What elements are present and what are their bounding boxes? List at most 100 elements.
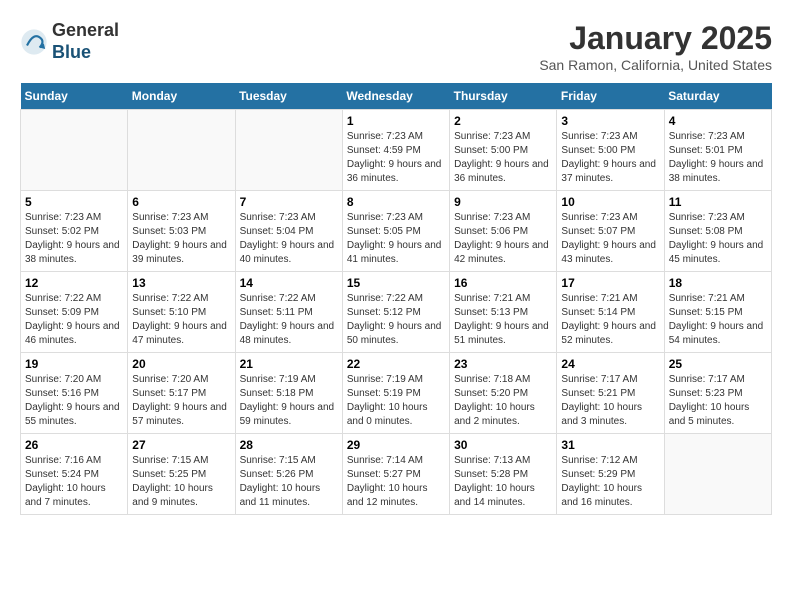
day-info: Sunrise: 7:22 AM Sunset: 5:09 PM Dayligh… xyxy=(25,292,123,348)
day-info: Sunrise: 7:19 AM Sunset: 5:18 PM Dayligh… xyxy=(240,373,338,429)
day-number: 15 xyxy=(347,276,445,290)
location: San Ramon, California, United States xyxy=(539,57,772,73)
calendar-cell: 7 Sunrise: 7:23 AM Sunset: 5:04 PM Daylig… xyxy=(235,191,342,272)
day-number: 25 xyxy=(669,357,767,371)
day-number: 23 xyxy=(454,357,552,371)
day-number: 19 xyxy=(25,357,123,371)
day-number: 29 xyxy=(347,438,445,452)
day-info: Sunrise: 7:20 AM Sunset: 5:16 PM Dayligh… xyxy=(25,373,123,429)
calendar-cell: 12 Sunrise: 7:22 AM Sunset: 5:09 PM Dayli… xyxy=(21,272,128,353)
day-number: 16 xyxy=(454,276,552,290)
calendar-cell: 19 Sunrise: 7:20 AM Sunset: 5:16 PM Dayli… xyxy=(21,353,128,434)
day-info: Sunrise: 7:18 AM Sunset: 5:20 PM Dayligh… xyxy=(454,373,552,429)
day-info: Sunrise: 7:19 AM Sunset: 5:19 PM Dayligh… xyxy=(347,373,445,429)
calendar-cell: 14Sunrise: 7:22 AM Sunset: 5:11 PM Dayli… xyxy=(235,272,342,353)
day-number: 22 xyxy=(347,357,445,371)
day-number: 2 xyxy=(454,114,552,128)
month-title: January 2025 xyxy=(539,20,772,57)
calendar-cell: 22 Sunrise: 7:19 AM Sunset: 5:19 PM Dayli… xyxy=(342,353,449,434)
logo-blue: Blue xyxy=(52,42,91,62)
calendar-week-2: 12 Sunrise: 7:22 AM Sunset: 5:09 PM Dayli… xyxy=(21,272,772,353)
calendar-table: SundayMondayTuesdayWednesdayThursdayFrid… xyxy=(20,83,772,515)
day-header-sunday: Sunday xyxy=(21,83,128,110)
day-number: 24 xyxy=(561,357,659,371)
calendar-cell: 16Sunrise: 7:21 AM Sunset: 5:13 PM Dayli… xyxy=(450,272,557,353)
day-header-saturday: Saturday xyxy=(664,83,771,110)
day-info: Sunrise: 7:14 AM Sunset: 5:27 PM Dayligh… xyxy=(347,454,445,510)
day-number: 1 xyxy=(347,114,445,128)
calendar-cell: 30 Sunrise: 7:13 AM Sunset: 5:28 PM Dayli… xyxy=(450,434,557,515)
header-row: SundayMondayTuesdayWednesdayThursdayFrid… xyxy=(21,83,772,110)
calendar-cell: 11 Sunrise: 7:23 AM Sunset: 5:08 PM Dayli… xyxy=(664,191,771,272)
calendar-body: 1Sunrise: 7:23 AM Sunset: 4:59 PM Daylig… xyxy=(21,110,772,515)
day-header-friday: Friday xyxy=(557,83,664,110)
day-number: 7 xyxy=(240,195,338,209)
calendar-cell: 20 Sunrise: 7:20 AM Sunset: 5:17 PM Dayli… xyxy=(128,353,235,434)
day-header-thursday: Thursday xyxy=(450,83,557,110)
calendar-cell: 3Sunrise: 7:23 AM Sunset: 5:00 PM Daylig… xyxy=(557,110,664,191)
day-info: Sunrise: 7:15 AM Sunset: 5:26 PM Dayligh… xyxy=(240,454,338,510)
day-header-monday: Monday xyxy=(128,83,235,110)
day-number: 3 xyxy=(561,114,659,128)
day-number: 5 xyxy=(25,195,123,209)
day-number: 9 xyxy=(454,195,552,209)
logo-text: General Blue xyxy=(52,20,119,63)
calendar-cell: 8Sunrise: 7:23 AM Sunset: 5:05 PM Daylig… xyxy=(342,191,449,272)
day-info: Sunrise: 7:23 AM Sunset: 5:06 PM Dayligh… xyxy=(454,211,552,267)
day-number: 8 xyxy=(347,195,445,209)
logo-general: General xyxy=(52,20,119,40)
day-number: 30 xyxy=(454,438,552,452)
day-info: Sunrise: 7:15 AM Sunset: 5:25 PM Dayligh… xyxy=(132,454,230,510)
day-info: Sunrise: 7:21 AM Sunset: 5:14 PM Dayligh… xyxy=(561,292,659,348)
day-info: Sunrise: 7:17 AM Sunset: 5:21 PM Dayligh… xyxy=(561,373,659,429)
day-number: 10 xyxy=(561,195,659,209)
day-number: 20 xyxy=(132,357,230,371)
day-info: Sunrise: 7:20 AM Sunset: 5:17 PM Dayligh… xyxy=(132,373,230,429)
calendar-cell: 24 Sunrise: 7:17 AM Sunset: 5:21 PM Dayli… xyxy=(557,353,664,434)
calendar-cell: 13Sunrise: 7:22 AM Sunset: 5:10 PM Dayli… xyxy=(128,272,235,353)
calendar-cell: 28 Sunrise: 7:15 AM Sunset: 5:26 PM Dayli… xyxy=(235,434,342,515)
calendar-cell: 5Sunrise: 7:23 AM Sunset: 5:02 PM Daylig… xyxy=(21,191,128,272)
calendar-cell: 4Sunrise: 7:23 AM Sunset: 5:01 PM Daylig… xyxy=(664,110,771,191)
calendar-header: SundayMondayTuesdayWednesdayThursdayFrid… xyxy=(21,83,772,110)
calendar-cell: 21 Sunrise: 7:19 AM Sunset: 5:18 PM Dayli… xyxy=(235,353,342,434)
calendar-cell: 31Sunrise: 7:12 AM Sunset: 5:29 PM Dayli… xyxy=(557,434,664,515)
day-info: Sunrise: 7:16 AM Sunset: 5:24 PM Dayligh… xyxy=(25,454,123,510)
day-info: Sunrise: 7:23 AM Sunset: 5:08 PM Dayligh… xyxy=(669,211,767,267)
day-number: 17 xyxy=(561,276,659,290)
day-number: 12 xyxy=(25,276,123,290)
calendar-cell: 2Sunrise: 7:23 AM Sunset: 5:00 PM Daylig… xyxy=(450,110,557,191)
calendar-cell xyxy=(235,110,342,191)
calendar-cell xyxy=(128,110,235,191)
day-info: Sunrise: 7:23 AM Sunset: 5:04 PM Dayligh… xyxy=(240,211,338,267)
calendar-cell: 25 Sunrise: 7:17 AM Sunset: 5:23 PM Dayli… xyxy=(664,353,771,434)
calendar-cell: 27Sunrise: 7:15 AM Sunset: 5:25 PM Dayli… xyxy=(128,434,235,515)
day-info: Sunrise: 7:23 AM Sunset: 5:03 PM Dayligh… xyxy=(132,211,230,267)
day-header-wednesday: Wednesday xyxy=(342,83,449,110)
calendar-cell: 6 Sunrise: 7:23 AM Sunset: 5:03 PM Daylig… xyxy=(128,191,235,272)
day-number: 28 xyxy=(240,438,338,452)
calendar-cell: 18Sunrise: 7:21 AM Sunset: 5:15 PM Dayli… xyxy=(664,272,771,353)
day-number: 6 xyxy=(132,195,230,209)
day-info: Sunrise: 7:17 AM Sunset: 5:23 PM Dayligh… xyxy=(669,373,767,429)
day-number: 21 xyxy=(240,357,338,371)
calendar-cell xyxy=(664,434,771,515)
day-number: 4 xyxy=(669,114,767,128)
day-number: 31 xyxy=(561,438,659,452)
calendar-cell: 9 Sunrise: 7:23 AM Sunset: 5:06 PM Daylig… xyxy=(450,191,557,272)
day-info: Sunrise: 7:22 AM Sunset: 5:11 PM Dayligh… xyxy=(240,292,338,348)
page-header: General Blue January 2025 San Ramon, Cal… xyxy=(20,20,772,73)
title-area: January 2025 San Ramon, California, Unit… xyxy=(539,20,772,73)
logo: General Blue xyxy=(20,20,119,63)
calendar-week-3: 19 Sunrise: 7:20 AM Sunset: 5:16 PM Dayli… xyxy=(21,353,772,434)
day-number: 11 xyxy=(669,195,767,209)
calendar-week-0: 1Sunrise: 7:23 AM Sunset: 4:59 PM Daylig… xyxy=(21,110,772,191)
day-info: Sunrise: 7:23 AM Sunset: 5:07 PM Dayligh… xyxy=(561,211,659,267)
day-info: Sunrise: 7:22 AM Sunset: 5:10 PM Dayligh… xyxy=(132,292,230,348)
day-info: Sunrise: 7:13 AM Sunset: 5:28 PM Dayligh… xyxy=(454,454,552,510)
day-info: Sunrise: 7:21 AM Sunset: 5:15 PM Dayligh… xyxy=(669,292,767,348)
day-info: Sunrise: 7:22 AM Sunset: 5:12 PM Dayligh… xyxy=(347,292,445,348)
calendar-cell: 15 Sunrise: 7:22 AM Sunset: 5:12 PM Dayli… xyxy=(342,272,449,353)
calendar-cell: 10 Sunrise: 7:23 AM Sunset: 5:07 PM Dayli… xyxy=(557,191,664,272)
calendar-cell: 26Sunrise: 7:16 AM Sunset: 5:24 PM Dayli… xyxy=(21,434,128,515)
